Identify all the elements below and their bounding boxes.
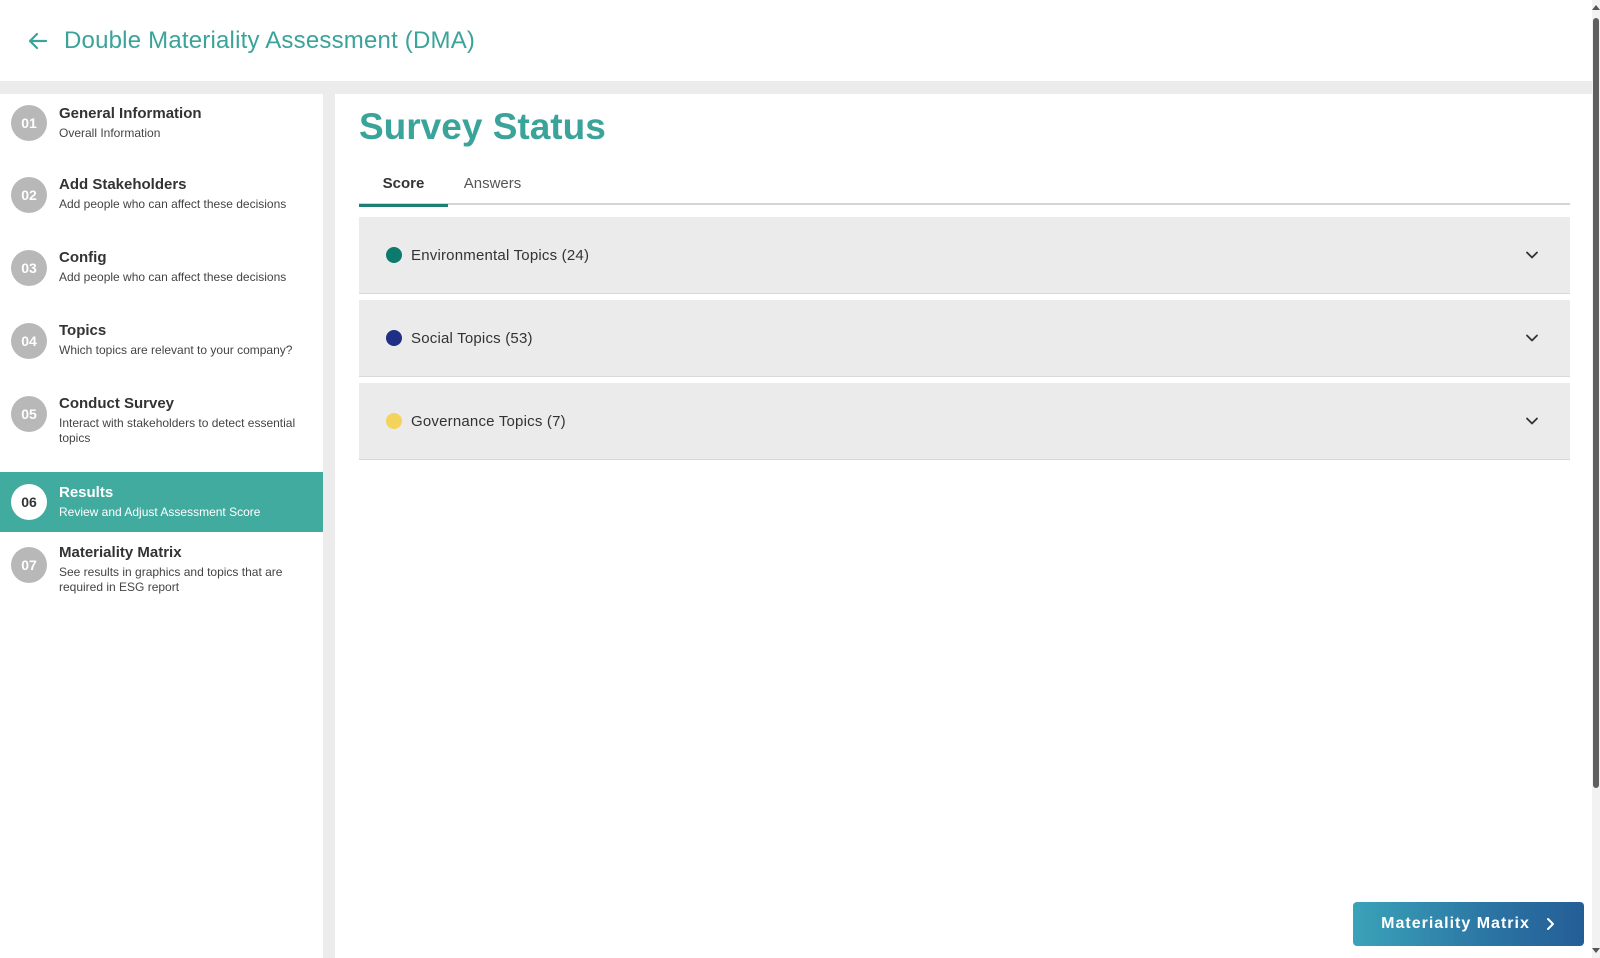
social-dot-icon (386, 330, 402, 346)
chevron-right-icon (1544, 917, 1556, 931)
step-materiality-matrix[interactable]: 07 Materiality Matrix See results in gra… (0, 532, 323, 622)
step-title: Materiality Matrix (59, 544, 182, 561)
tab-bar: Score Answers (359, 162, 1570, 207)
step-number: 05 (11, 396, 47, 432)
arrow-left-icon[interactable] (24, 27, 52, 55)
step-conduct-survey[interactable]: 05 Conduct Survey Interact with stakehol… (0, 385, 323, 466)
step-title: Topics (59, 322, 107, 339)
scroll-up-arrow-icon[interactable] (1592, 2, 1600, 12)
page-header-title: Double Materiality Assessment (DMA) (64, 26, 476, 54)
vertical-scrollbar[interactable] (1592, 0, 1600, 958)
environmental-dot-icon (386, 247, 402, 263)
accordion-environmental-topics[interactable]: Environmental Topics (24) (359, 217, 1570, 294)
step-config[interactable]: 03 Config Add people who can affect thes… (0, 239, 323, 312)
accordion-label: Social Topics (53) (411, 329, 533, 347)
tab-answers[interactable]: Answers (448, 162, 537, 205)
page-title: Survey Status (359, 106, 606, 147)
step-add-stakeholders[interactable]: 02 Add Stakeholders Add people who can a… (0, 166, 323, 239)
app-window: Double Materiality Assessment (DMA) 01 G… (0, 0, 1600, 958)
step-title: Add Stakeholders (59, 176, 187, 193)
chevron-down-icon[interactable] (1524, 247, 1540, 263)
tab-score[interactable]: Score (359, 162, 448, 207)
step-number: 07 (11, 547, 47, 583)
materiality-matrix-button[interactable]: Materiality Matrix (1353, 902, 1584, 946)
step-subtitle: Add people who can affect these decision… (59, 197, 287, 211)
scroll-down-arrow-icon[interactable] (1592, 946, 1600, 956)
step-subtitle: Overall Information (59, 126, 161, 140)
scrollbar-thumb[interactable] (1593, 18, 1599, 788)
step-title: Conduct Survey (59, 395, 175, 412)
step-number: 02 (11, 177, 47, 213)
step-topics[interactable]: 04 Topics Which topics are relevant to y… (0, 312, 323, 385)
accordion-label: Governance Topics (7) (411, 412, 566, 430)
governance-dot-icon (386, 413, 402, 429)
chevron-down-icon[interactable] (1524, 330, 1540, 346)
accordion-governance-topics[interactable]: Governance Topics (7) (359, 383, 1570, 460)
main-panel: Survey Status Score Answers Environmenta… (335, 94, 1592, 958)
header-bar: Double Materiality Assessment (DMA) (0, 0, 1592, 81)
steps-sidebar: 01 General Information Overall Informati… (0, 94, 323, 958)
step-number: 06 (11, 484, 47, 520)
step-subtitle: See results in graphics and topics that … (59, 565, 283, 594)
step-general-information[interactable]: 01 General Information Overall Informati… (0, 94, 323, 166)
step-title: Config (59, 249, 107, 266)
button-label: Materiality Matrix (1381, 915, 1530, 932)
step-number: 03 (11, 250, 47, 286)
chevron-down-icon[interactable] (1524, 413, 1540, 429)
accordion-label: Environmental Topics (24) (411, 246, 590, 264)
step-title: Results (59, 484, 114, 501)
step-number: 01 (11, 105, 47, 141)
step-subtitle: Review and Adjust Assessment Score (59, 505, 261, 519)
step-number: 04 (11, 323, 47, 359)
step-subtitle: Interact with stakeholders to detect ess… (59, 416, 296, 445)
accordion-social-topics[interactable]: Social Topics (53) (359, 300, 1570, 377)
step-results[interactable]: 06 Results Review and Adjust Assessment … (0, 472, 323, 532)
step-title: General Information (59, 105, 202, 122)
step-subtitle: Add people who can affect these decision… (59, 270, 287, 284)
step-subtitle: Which topics are relevant to your compan… (59, 343, 293, 357)
